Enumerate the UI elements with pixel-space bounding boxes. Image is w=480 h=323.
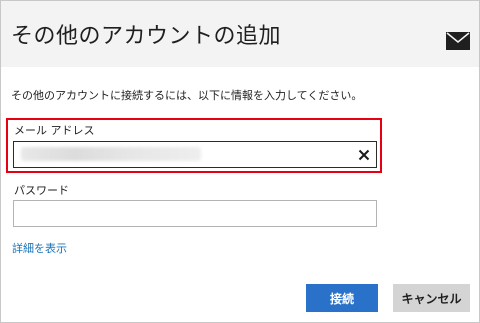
dialog-title: その他のアカウントの追加 bbox=[11, 24, 282, 49]
connect-button[interactable]: 接続 bbox=[306, 284, 378, 312]
email-label: メール アドレス bbox=[14, 124, 95, 137]
password-label: パスワード bbox=[14, 184, 69, 197]
show-details-link[interactable]: 詳細を表示 bbox=[12, 241, 67, 257]
redacted-email-value bbox=[21, 147, 201, 161]
cancel-button[interactable]: キャンセル bbox=[393, 284, 470, 312]
clear-email-button[interactable] bbox=[353, 144, 375, 166]
dialog-header: その他のアカウントの追加 bbox=[1, 1, 479, 67]
mail-icon bbox=[446, 32, 470, 50]
instruction-text: その他のアカウントに接続するには、以下に情報を入力してください。 bbox=[11, 89, 363, 102]
close-icon bbox=[358, 149, 370, 161]
add-account-dialog: その他のアカウントの追加 その他のアカウントに接続するには、以下に情報を入力して… bbox=[0, 0, 480, 323]
password-field[interactable] bbox=[13, 200, 377, 227]
